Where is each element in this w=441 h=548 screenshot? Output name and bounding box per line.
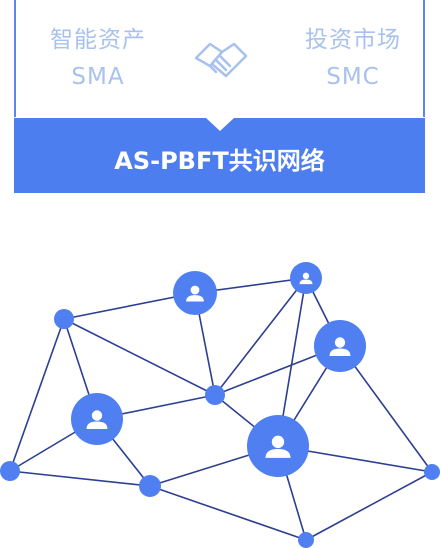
network-node-n10 bbox=[298, 532, 314, 548]
investment-market-code: SMC bbox=[326, 64, 380, 90]
network-node-n5 bbox=[205, 385, 225, 405]
user-icon-head bbox=[91, 410, 103, 421]
smart-asset-name: 智能资产 bbox=[50, 27, 146, 53]
smart-asset-code: SMA bbox=[71, 64, 125, 90]
banner-title: AS-PBFT共识网络 bbox=[114, 147, 325, 175]
network-node-circle bbox=[139, 475, 161, 497]
network-edge-n8-n9 bbox=[9, 470, 151, 487]
network-nodes bbox=[0, 262, 440, 548]
network-edge-n9-n10 bbox=[149, 485, 307, 541]
network-node-n4 bbox=[314, 320, 366, 372]
investment-market-name: 投资市场 bbox=[305, 27, 401, 53]
network-node-n7 bbox=[247, 415, 309, 477]
network-node-circle bbox=[0, 461, 20, 481]
network-node-n8 bbox=[0, 461, 20, 481]
network-edge-n1-n5 bbox=[63, 318, 216, 396]
user-icon-head bbox=[271, 435, 285, 449]
investment-market-party: 投资市场 SMC bbox=[278, 22, 428, 96]
handshake-icon bbox=[194, 42, 248, 78]
network-edge-n10-n11 bbox=[305, 471, 433, 541]
party-panel: 智能资产 SMA 投资市场 SMC bbox=[14, 0, 425, 117]
network-node-n6 bbox=[71, 393, 123, 445]
network-node-circle bbox=[54, 309, 74, 329]
user-icon-head bbox=[302, 272, 310, 280]
user-icon-head bbox=[334, 337, 346, 348]
network-node-circle bbox=[205, 385, 225, 405]
consensus-network-diagram bbox=[0, 262, 440, 548]
network-node-circle bbox=[424, 464, 440, 480]
network-edge-n1-n8 bbox=[9, 318, 65, 472]
network-node-n2 bbox=[173, 271, 217, 315]
smart-asset-party: 智能资产 SMA bbox=[23, 22, 173, 96]
banner-notch bbox=[206, 118, 234, 131]
network-node-n1 bbox=[54, 309, 74, 329]
network-node-circle bbox=[298, 532, 314, 548]
network-node-n3 bbox=[290, 262, 322, 294]
network-node-n9 bbox=[139, 475, 161, 497]
network-node-n11 bbox=[424, 464, 440, 480]
user-icon-head bbox=[190, 285, 200, 295]
